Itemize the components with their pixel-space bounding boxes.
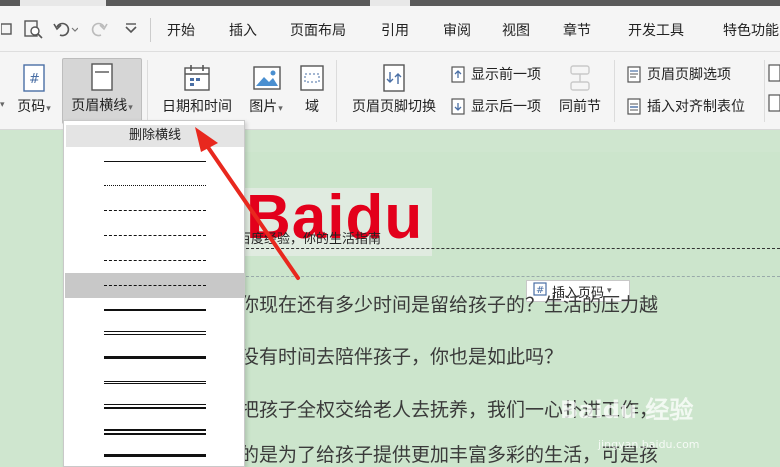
line-style-option[interactable] [104,309,206,311]
caret-icon: ▾ [278,104,283,114]
menu-bar: 开始 插入 页面布局 引用 审阅 视图 章节 开发工具 特色功能 [0,6,780,52]
header-text[interactable]: 百度经验，你的生活指南 [238,228,381,247]
show-next-label: 显示后一项 [471,99,541,115]
header-line-dropdown: 删除横线 [63,120,245,467]
header-line-button[interactable]: 页眉横线▾ [62,58,142,124]
date-time-label: 日期和时间 [162,99,232,115]
more-icon[interactable] [768,64,780,86]
ribbon-separator [614,60,615,122]
customize-toolbar-icon[interactable] [120,18,142,40]
show-next-icon [450,97,466,115]
caret-icon: ▾ [128,103,133,113]
same-as-prev-button[interactable]: 同前节 [556,54,604,124]
line-style-option[interactable] [104,161,206,162]
delete-line-option[interactable]: 删除横线 [66,125,244,147]
body-paragraph-line: 你现在还有多少时间是留给孩子的？生活的压力越 [240,294,659,316]
print-preview-icon[interactable] [22,18,44,40]
ribbon-separator [336,60,337,122]
ribbon-separator [147,60,148,122]
line-style-option[interactable] [104,381,206,385]
page-number-button[interactable]: # 页码▾ [12,54,56,124]
picture-icon [253,64,281,92]
field-icon [299,64,325,92]
line-style-option[interactable] [104,331,206,335]
page-number-icon: # [21,64,47,92]
header-footer-switch-button[interactable]: 页眉页脚切换 [344,54,444,124]
options-icon [626,65,642,83]
line-style-option[interactable] [104,235,206,236]
line-style-option[interactable] [104,185,206,186]
menu-insert[interactable]: 插入 [229,20,257,40]
print-icon[interactable] [0,18,14,40]
date-time-button[interactable]: 日期和时间 [156,54,238,124]
menu-references[interactable]: 引用 [381,20,409,40]
picture-button[interactable]: 图片▾ [242,54,290,124]
menu-start[interactable]: 开始 [167,20,195,40]
same-as-prev-label: 同前节 [559,99,601,115]
menu-special[interactable]: 特色功能 [723,20,779,40]
menu-review[interactable]: 审阅 [443,20,471,40]
watermark: Baidu 经验 [560,396,694,424]
menu-view[interactable]: 视图 [502,20,530,40]
insert-align-tab-label: 插入对齐制表位 [647,99,745,115]
caret-icon: ▾ [0,100,5,110]
svg-text:#: # [29,72,40,87]
field-label: 域 [305,99,319,115]
picture-label: 图片 [249,99,278,115]
header-line-icon [89,63,115,91]
menu-separator [150,18,151,42]
more-icon[interactable] [768,94,780,116]
line-style-option[interactable] [104,404,206,409]
link-icon [567,64,593,92]
watermark-url: jingyan.baidu.com [598,438,700,451]
header-footer-options-label: 页眉页脚选项 [647,67,731,83]
page-number-label: 页码 [17,99,46,115]
ribbon: ▾ # 页码▾ 页眉横线▾ 日期和时间 图片▾ 域 页眉页脚切换 显示前一项 显… [0,52,780,130]
header-footer-switch-label: 页眉页脚切换 [352,99,436,115]
menu-chapter[interactable]: 章节 [563,20,591,40]
body-paragraph-line: 没有时间去陪伴孩子，你也是如此吗？ [240,346,564,368]
header-line-label: 页眉横线 [71,98,128,114]
header-boundary [236,276,780,277]
line-style-option[interactable] [104,210,206,211]
header-line [236,248,780,249]
align-tab-icon [626,97,642,115]
line-style-option[interactable] [104,454,206,457]
show-prev-icon [450,65,466,83]
menu-page-layout[interactable]: 页面布局 [290,20,346,40]
show-next-button[interactable]: 显示后一项 [450,96,541,116]
menu-developer[interactable]: 开发工具 [628,20,684,40]
insert-align-tab-button[interactable]: 插入对齐制表位 [626,96,745,116]
switch-icon [381,64,407,92]
show-prev-label: 显示前一项 [471,67,541,83]
line-style-option[interactable] [104,260,206,261]
header-footer-options-button[interactable]: 页眉页脚选项 [626,64,731,84]
line-style-option[interactable] [104,356,206,359]
body-paragraph-line: 的是为了给孩子提供更加丰富多彩的生活，可是孩 [240,444,659,466]
line-style-option[interactable] [104,429,206,435]
undo-icon[interactable] [52,18,78,40]
ribbon-separator [764,60,765,122]
calendar-icon [184,64,210,92]
show-prev-button[interactable]: 显示前一项 [450,64,541,84]
field-button[interactable]: 域 [296,54,328,124]
caret-icon: ▾ [46,104,51,114]
line-style-option[interactable] [104,285,206,286]
redo-icon[interactable] [88,18,110,40]
